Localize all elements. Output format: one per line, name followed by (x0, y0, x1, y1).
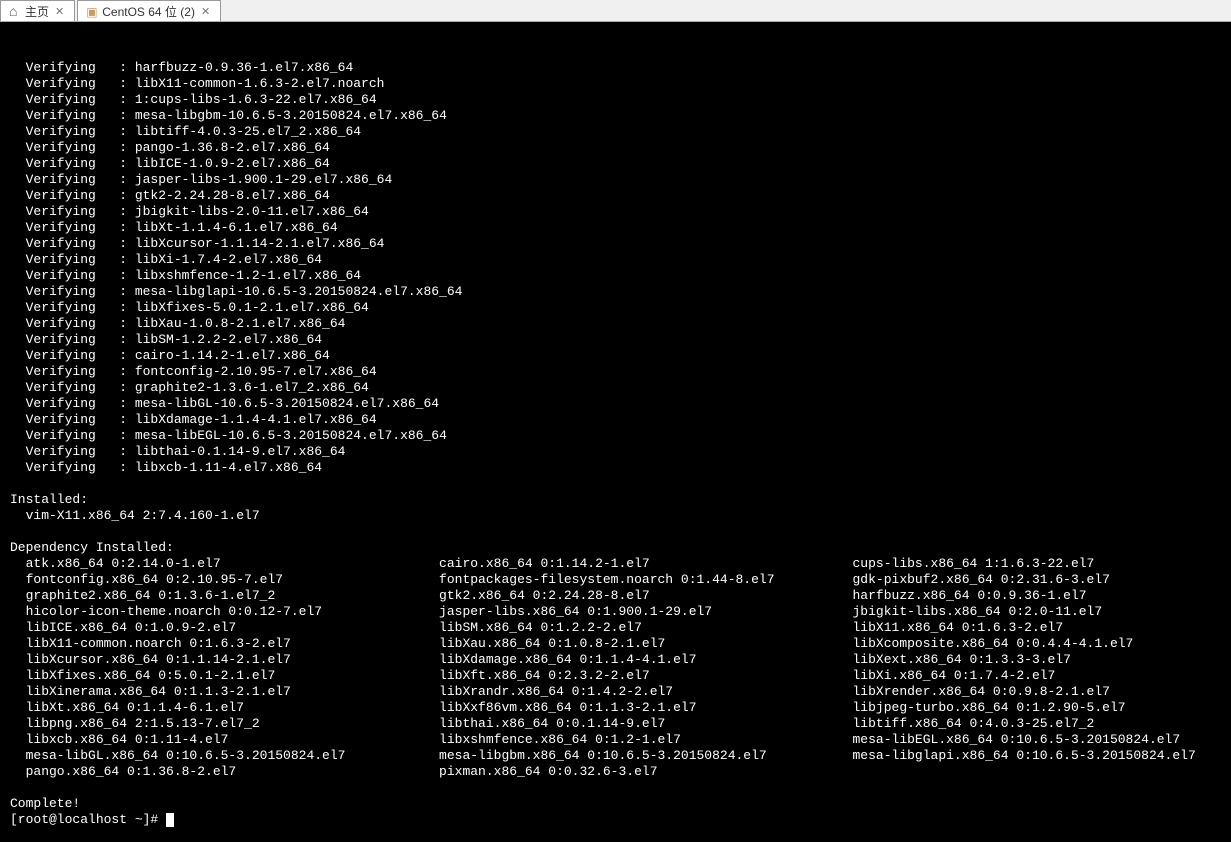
verify-row: Verifying : mesa-libEGL-10.6.5-3.2015082… (10, 428, 1221, 444)
installed-package: vim-X11.x86_64 2:7.4.160-1.el7 (10, 508, 1221, 524)
dep-item: gtk2.x86_64 0:2.24.28-8.el7 (423, 588, 836, 604)
verify-row: Verifying : libxshmfence-1.2-1.el7.x86_6… (10, 268, 1221, 284)
verify-row: Verifying : libtiff-4.0.3-25.el7_2.x86_6… (10, 124, 1221, 140)
tab-home[interactable]: 主页 ✕ (0, 0, 75, 21)
dep-item: libXcursor.x86_64 0:1.1.14-2.1.el7 (10, 652, 423, 668)
dep-item: pixman.x86_64 0:0.32.6-3.el7 (423, 764, 836, 780)
dep-item: libX11-common.noarch 0:1.6.3-2.el7 (10, 636, 423, 652)
dep-item: jbigkit-libs.x86_64 0:2.0-11.el7 (837, 604, 1196, 620)
dep-item: mesa-libgbm.x86_64 0:10.6.5-3.20150824.e… (423, 748, 836, 764)
dep-item: libXau.x86_64 0:1.0.8-2.1.el7 (423, 636, 836, 652)
verify-row: Verifying : libXcursor-1.1.14-2.1.el7.x8… (10, 236, 1221, 252)
shell-prompt: [root@localhost ~]# (10, 812, 166, 827)
dep-item: libSM.x86_64 0:1.2.2-2.el7 (423, 620, 836, 636)
dep-item: libXrender.x86_64 0:0.9.8-2.1.el7 (837, 684, 1196, 700)
dep-item: libXext.x86_64 0:1.3.3-3.el7 (837, 652, 1196, 668)
dep-item: libXxf86vm.x86_64 0:1.1.3-2.1.el7 (423, 700, 836, 716)
dep-header: Dependency Installed: (10, 540, 1221, 556)
verify-row: Verifying : gtk2-2.24.28-8.el7.x86_64 (10, 188, 1221, 204)
verify-row: Verifying : mesa-libglapi-10.6.5-3.20150… (10, 284, 1221, 300)
verify-row: Verifying : jbigkit-libs-2.0-11.el7.x86_… (10, 204, 1221, 220)
installed-header: Installed: (10, 492, 1221, 508)
dep-columns: atk.x86_64 0:2.14.0-1.el7 fontconfig.x86… (10, 556, 1221, 780)
dep-item: mesa-libEGL.x86_64 0:10.6.5-3.20150824.e… (837, 732, 1196, 748)
dep-item: libpng.x86_64 2:1.5.13-7.el7_2 (10, 716, 423, 732)
verify-row: Verifying : libSM-1.2.2-2.el7.x86_64 (10, 332, 1221, 348)
dep-item (837, 764, 1196, 780)
dep-item: harfbuzz.x86_64 0:0.9.36-1.el7 (837, 588, 1196, 604)
complete-line: Complete! (10, 796, 1221, 812)
tab-vm-label: CentOS 64 位 (2) (102, 3, 195, 20)
tab-vm[interactable]: CentOS 64 位 (2) ✕ (77, 0, 221, 21)
verify-row: Verifying : 1:cups-libs-1.6.3-22.el7.x86… (10, 92, 1221, 108)
dep-item: cairo.x86_64 0:1.14.2-1.el7 (423, 556, 836, 572)
verify-row: Verifying : libXdamage-1.1.4-4.1.el7.x86… (10, 412, 1221, 428)
verify-row: Verifying : mesa-libGL-10.6.5-3.20150824… (10, 396, 1221, 412)
cursor (166, 813, 174, 827)
dep-item: libXdamage.x86_64 0:1.1.4-4.1.el7 (423, 652, 836, 668)
dep-col-1: atk.x86_64 0:2.14.0-1.el7 fontconfig.x86… (10, 556, 423, 780)
dep-item: cups-libs.x86_64 1:1.6.3-22.el7 (837, 556, 1196, 572)
verify-row: Verifying : libthai-0.1.14-9.el7.x86_64 (10, 444, 1221, 460)
dep-item: mesa-libGL.x86_64 0:10.6.5-3.20150824.el… (10, 748, 423, 764)
dep-item: pango.x86_64 0:1.36.8-2.el7 (10, 764, 423, 780)
terminal[interactable]: Verifying : harfbuzz-0.9.36-1.el7.x86_64… (0, 22, 1231, 842)
dep-item: jasper-libs.x86_64 0:1.900.1-29.el7 (423, 604, 836, 620)
tab-home-label: 主页 (25, 3, 49, 20)
close-icon[interactable]: ✕ (53, 5, 66, 18)
verify-row: Verifying : mesa-libgbm-10.6.5-3.2015082… (10, 108, 1221, 124)
dep-item: libthai.x86_64 0:0.1.14-9.el7 (423, 716, 836, 732)
dep-col-2: cairo.x86_64 0:1.14.2-1.el7 fontpackages… (423, 556, 836, 780)
verify-row: Verifying : jasper-libs-1.900.1-29.el7.x… (10, 172, 1221, 188)
dep-item: libjpeg-turbo.x86_64 0:1.2.90-5.el7 (837, 700, 1196, 716)
close-icon[interactable]: ✕ (199, 5, 212, 18)
verify-row: Verifying : libXau-1.0.8-2.1.el7.x86_64 (10, 316, 1221, 332)
dep-col-3: cups-libs.x86_64 1:1.6.3-22.el7 gdk-pixb… (837, 556, 1196, 780)
dep-item: libXcomposite.x86_64 0:0.4.4-4.1.el7 (837, 636, 1196, 652)
dep-item: libxcb.x86_64 0:1.11-4.el7 (10, 732, 423, 748)
dep-item: libXrandr.x86_64 0:1.4.2-2.el7 (423, 684, 836, 700)
verify-row: Verifying : libICE-1.0.9-2.el7.x86_64 (10, 156, 1221, 172)
dep-item: fontpackages-filesystem.noarch 0:1.44-8.… (423, 572, 836, 588)
verify-row: Verifying : libXfixes-5.0.1-2.1.el7.x86_… (10, 300, 1221, 316)
dep-item: libxshmfence.x86_64 0:1.2-1.el7 (423, 732, 836, 748)
tab-bar: 主页 ✕ CentOS 64 位 (2) ✕ (0, 0, 1231, 22)
dep-item: libtiff.x86_64 0:4.0.3-25.el7_2 (837, 716, 1196, 732)
vm-icon (86, 5, 98, 17)
verify-row: Verifying : harfbuzz-0.9.36-1.el7.x86_64 (10, 60, 1221, 76)
verify-row: Verifying : fontconfig-2.10.95-7.el7.x86… (10, 364, 1221, 380)
verify-row: Verifying : libXi-1.7.4-2.el7.x86_64 (10, 252, 1221, 268)
dep-item: libXi.x86_64 0:1.7.4-2.el7 (837, 668, 1196, 684)
verify-row: Verifying : libXt-1.1.4-6.1.el7.x86_64 (10, 220, 1221, 236)
verify-row: Verifying : libX11-common-1.6.3-2.el7.no… (10, 76, 1221, 92)
dep-item: libXt.x86_64 0:1.1.4-6.1.el7 (10, 700, 423, 716)
verifying-block: Verifying : harfbuzz-0.9.36-1.el7.x86_64… (10, 60, 1221, 476)
dep-item: libICE.x86_64 0:1.0.9-2.el7 (10, 620, 423, 636)
dep-item: graphite2.x86_64 0:1.3.6-1.el7_2 (10, 588, 423, 604)
dep-item: libXinerama.x86_64 0:1.1.3-2.1.el7 (10, 684, 423, 700)
dep-item: fontconfig.x86_64 0:2.10.95-7.el7 (10, 572, 423, 588)
dep-item: hicolor-icon-theme.noarch 0:0.12-7.el7 (10, 604, 423, 620)
dep-item: mesa-libglapi.x86_64 0:10.6.5-3.20150824… (837, 748, 1196, 764)
verify-row: Verifying : libxcb-1.11-4.el7.x86_64 (10, 460, 1221, 476)
dep-item: libXft.x86_64 0:2.3.2-2.el7 (423, 668, 836, 684)
verify-row: Verifying : pango-1.36.8-2.el7.x86_64 (10, 140, 1221, 156)
dep-item: gdk-pixbuf2.x86_64 0:2.31.6-3.el7 (837, 572, 1196, 588)
dep-item: libXfixes.x86_64 0:5.0.1-2.1.el7 (10, 668, 423, 684)
dep-item: libX11.x86_64 0:1.6.3-2.el7 (837, 620, 1196, 636)
verify-row: Verifying : cairo-1.14.2-1.el7.x86_64 (10, 348, 1221, 364)
home-icon (9, 5, 21, 17)
dep-item: atk.x86_64 0:2.14.0-1.el7 (10, 556, 423, 572)
verify-row: Verifying : graphite2-1.3.6-1.el7_2.x86_… (10, 380, 1221, 396)
